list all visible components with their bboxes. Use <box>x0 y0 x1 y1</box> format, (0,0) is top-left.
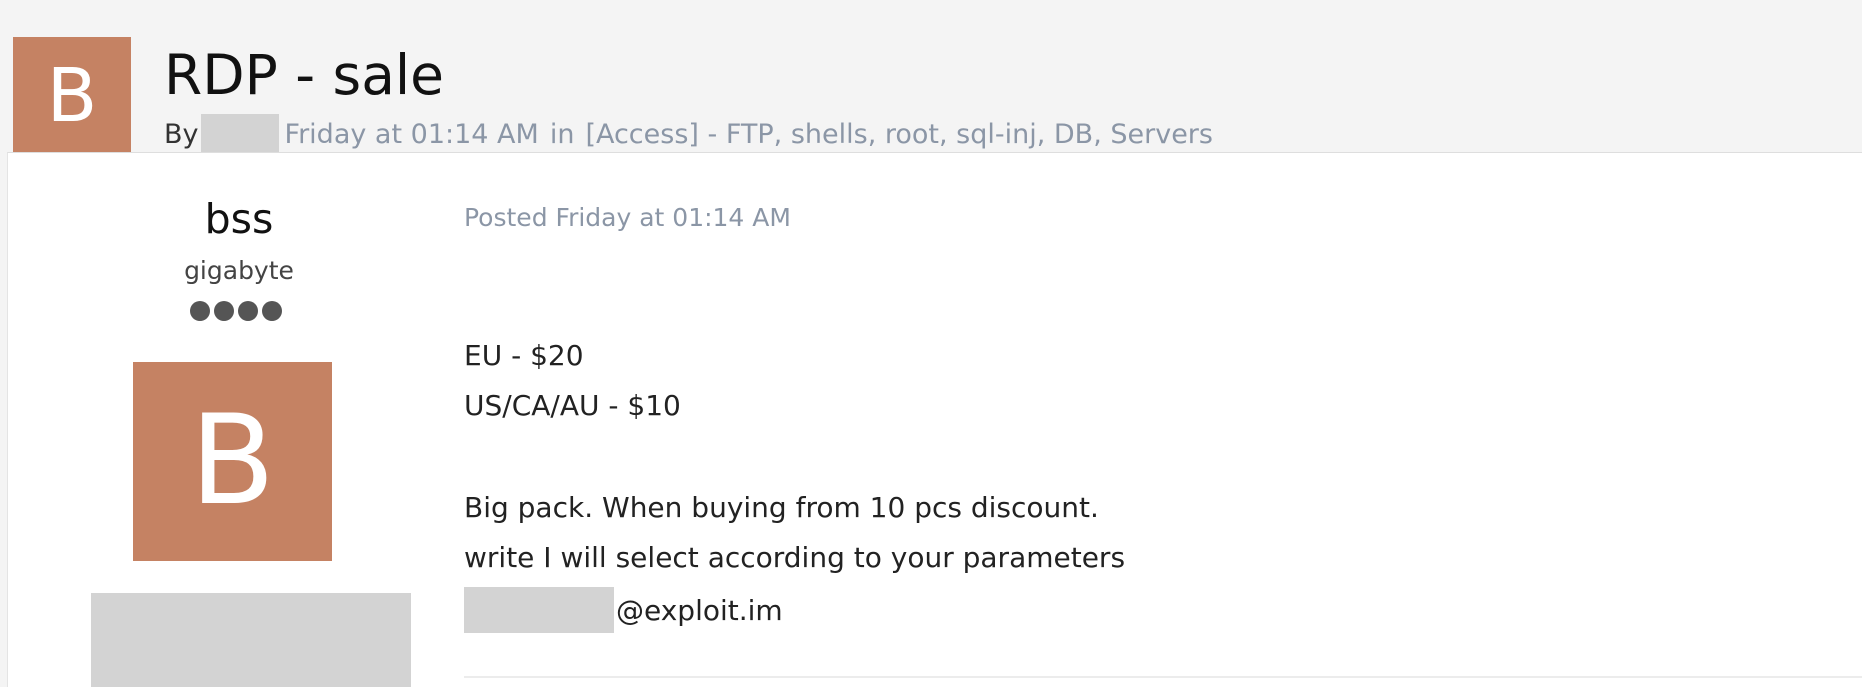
author-avatar[interactable]: B <box>133 362 332 561</box>
topic-header: B RDP - sale By Friday at 01:14 AM in [A… <box>0 0 1862 156</box>
post-body-line: Big pack. When buying from 10 pcs discou… <box>464 491 1099 524</box>
topic-title: RDP - sale <box>164 43 445 107</box>
post-body: EU - $20 US/CA/AU - $10 Big pack. When b… <box>464 331 1125 637</box>
topic-date: Friday at 01:14 AM <box>284 119 539 150</box>
redacted-email-user <box>464 587 614 633</box>
by-label: By <box>164 119 199 150</box>
topic-meta: By Friday at 01:14 AM in [Access] - FTP,… <box>164 114 1213 156</box>
rank-pip <box>190 301 210 321</box>
rank-pip <box>214 301 234 321</box>
post-panel: bss gigabyte B Posted Friday at 01:14 AM… <box>7 152 1862 687</box>
in-label: in <box>549 119 575 150</box>
rank-pips <box>190 301 282 321</box>
author-name[interactable]: bss <box>8 195 470 243</box>
contact-email: @exploit.im <box>464 583 1125 637</box>
author-rank: gigabyte <box>184 256 294 285</box>
post-body-spacer <box>464 433 1125 483</box>
rank-pip <box>262 301 282 321</box>
post-body-line: EU - $20 <box>464 339 584 372</box>
post-divider <box>464 676 1862 678</box>
redacted-author-name <box>200 114 279 156</box>
rank-pip <box>238 301 258 321</box>
forum-link[interactable]: [Access] - FTP, shells, root, sql-inj, D… <box>585 115 1213 155</box>
post-body-line: write I will select according to your pa… <box>464 541 1126 574</box>
post-author-column: bss gigabyte B <box>8 153 453 687</box>
post-timestamp[interactable]: Posted Friday at 01:14 AM <box>464 201 791 235</box>
topic-author-avatar[interactable]: B <box>13 37 131 155</box>
redacted-author-info <box>91 593 411 687</box>
post-body-line: US/CA/AU - $10 <box>464 389 681 422</box>
email-domain: @exploit.im <box>616 593 783 627</box>
post-content: Posted Friday at 01:14 AM EU - $20 US/CA… <box>457 153 1862 687</box>
